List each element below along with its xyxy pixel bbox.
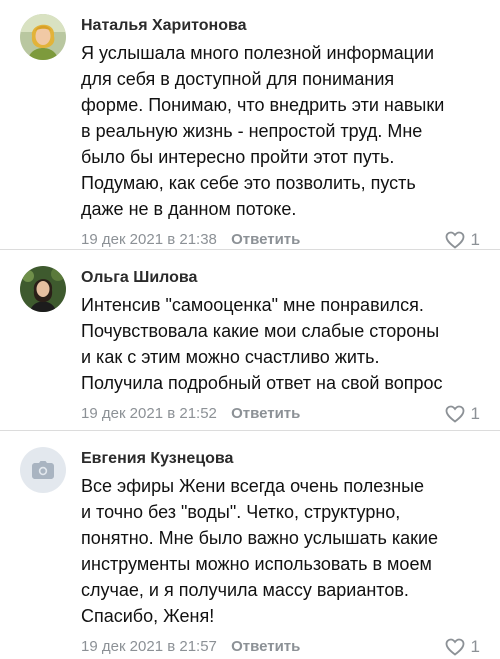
comment-item: Наталья Харитонова Я услышала много поле… — [0, 0, 500, 249]
comment-text-line: Получила подробный ответ на свой вопрос — [81, 373, 443, 393]
comment-item: Евгения Кузнецова Все эфиры Жени всегда … — [0, 431, 500, 656]
comment-text-line: даже не в данном потоке. — [81, 199, 297, 219]
like-count: 1 — [470, 404, 480, 423]
avatar[interactable] — [20, 14, 66, 60]
reply-button[interactable]: Ответить — [231, 231, 300, 248]
heart-icon — [445, 638, 464, 656]
comment-author[interactable]: Евгения Кузнецова — [81, 449, 480, 469]
comment-text-line: и как с этим можно счастливо жить. — [81, 347, 380, 367]
like-count: 1 — [470, 230, 480, 249]
comment-meta: 19 дек 2021 в 21:57 Ответить 1 — [81, 635, 480, 659]
comment-author[interactable]: Наталья Харитонова — [81, 16, 480, 36]
user-photo-icon — [20, 14, 66, 60]
like-button[interactable]: 1 — [445, 402, 480, 426]
comment-text: Все эфиры Жени всегда очень полезные и т… — [81, 473, 480, 629]
comment-text-line: Спасибо, Женя! — [81, 606, 215, 626]
heart-icon — [445, 231, 464, 249]
comment-text-line: случае, и я получила массу вариантов. — [81, 580, 409, 600]
comment-text-line: Интенсив "самооценка" мне понравился. — [81, 295, 424, 315]
comment-author[interactable]: Ольга Шилова — [81, 268, 480, 288]
comment-text-line: Почувствовала какие мои слабые стороны — [81, 321, 440, 341]
comment-text-line: понятно. Мне было важно услышать какие — [81, 528, 439, 548]
comment-date[interactable]: 19 дек 2021 в 21:52 — [81, 405, 217, 422]
comment-meta: 19 дек 2021 в 21:52 Ответить 1 — [81, 402, 480, 426]
avatar[interactable] — [20, 266, 66, 312]
comment-text-line: Все эфиры Жени всегда очень полезные — [81, 476, 425, 496]
comment-text-line: в реальную жизнь - непростой труд. Мне — [81, 121, 423, 141]
comment-text-line: и точно без "воды". Четко, структурно, — [81, 502, 401, 522]
reply-button[interactable]: Ответить — [231, 638, 300, 655]
comment-item: Ольга Шилова Интенсив "самооценка" мне п… — [0, 250, 500, 430]
like-button[interactable]: 1 — [445, 635, 480, 659]
avatar[interactable] — [20, 447, 66, 493]
comment-date[interactable]: 19 дек 2021 в 21:57 — [81, 638, 217, 655]
comment-text-line: Подумаю, как себе это позволить, пусть — [81, 173, 416, 193]
reply-button[interactable]: Ответить — [231, 405, 300, 422]
like-count: 1 — [470, 637, 480, 656]
comment-text-line: было бы интересно пройти этот путь. — [81, 147, 395, 167]
comment-text-line: инструменты можно использовать в моем — [81, 554, 432, 574]
comment-date[interactable]: 19 дек 2021 в 21:38 — [81, 231, 217, 248]
comment-meta: 19 дек 2021 в 21:38 Ответить 1 — [81, 228, 480, 252]
comment-text-line: форме. Понимаю, что внедрить эти навыки — [81, 95, 445, 115]
comment-text-line: для себя в доступной для понимания — [81, 69, 395, 89]
camera-icon — [32, 461, 54, 479]
comment-text: Я услышала много полезной информации для… — [81, 40, 480, 222]
heart-icon — [445, 405, 464, 423]
comment-text: Интенсив "самооценка" мне понравился. По… — [81, 292, 480, 396]
comment-text-line: Я услышала много полезной информации — [81, 43, 435, 63]
like-button[interactable]: 1 — [445, 228, 480, 252]
user-photo-icon — [20, 266, 66, 312]
